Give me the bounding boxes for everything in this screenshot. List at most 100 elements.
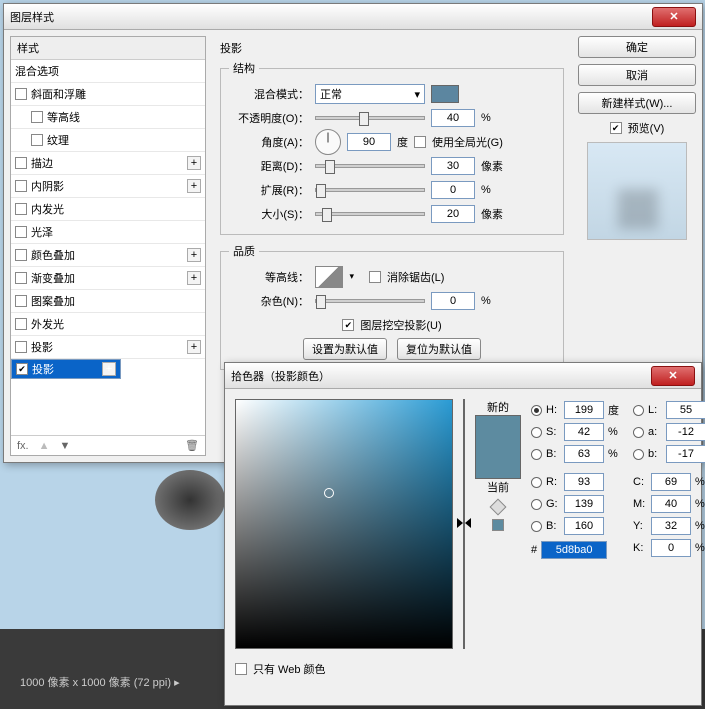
color-field[interactable] (235, 399, 453, 649)
opacity-input[interactable] (431, 109, 475, 127)
style-checkbox[interactable] (15, 341, 27, 353)
style-item[interactable]: ✔ 投影 + (11, 359, 121, 379)
style-checkbox[interactable] (15, 272, 27, 284)
hue-slider[interactable] (463, 399, 465, 649)
pct-unit: % (481, 112, 491, 124)
m-input[interactable] (651, 495, 691, 513)
h-radio[interactable] (531, 405, 542, 416)
cube-icon[interactable] (490, 499, 507, 516)
style-item-label: 外发光 (31, 316, 201, 332)
size-slider[interactable] (315, 212, 425, 216)
style-item[interactable]: 图案叠加 (11, 290, 205, 313)
style-item[interactable]: 斜面和浮雕 (11, 83, 205, 106)
pct-unit: % (695, 498, 705, 510)
l-radio[interactable] (633, 405, 644, 416)
style-checkbox[interactable] (15, 249, 27, 261)
style-checkbox[interactable] (31, 111, 43, 123)
close-icon[interactable]: ✕ (652, 7, 696, 27)
angle-dial[interactable] (315, 129, 341, 155)
style-checkbox[interactable] (31, 134, 43, 146)
use-global-light-checkbox[interactable] (414, 136, 426, 148)
small-swatch-icon[interactable] (492, 519, 504, 531)
style-item[interactable]: 等高线 (11, 106, 205, 129)
set-default-button[interactable]: 设置为默认值 (303, 338, 387, 360)
antialias-checkbox[interactable] (369, 271, 381, 283)
bb-input[interactable] (564, 517, 604, 535)
style-item[interactable]: 外发光 (11, 313, 205, 336)
g-input[interactable] (564, 495, 604, 513)
trash-icon[interactable]: 🗑 (185, 439, 199, 452)
bb-radio[interactable] (531, 521, 542, 532)
color-compare-swatch[interactable] (475, 415, 521, 479)
opacity-slider[interactable] (315, 116, 425, 120)
noise-slider[interactable] (315, 299, 425, 303)
bb-label: B: (546, 520, 560, 532)
style-checkbox[interactable] (15, 226, 27, 238)
hex-input[interactable] (541, 541, 607, 559)
new-style-button[interactable]: 新建样式(W)... (578, 92, 696, 114)
add-effect-icon[interactable]: + (102, 362, 116, 376)
s-input[interactable] (564, 423, 604, 441)
style-item[interactable]: 纹理 (11, 129, 205, 152)
style-checkbox[interactable] (15, 88, 27, 100)
style-item[interactable]: 颜色叠加+ (11, 244, 205, 267)
style-item-label: 投影 (32, 361, 98, 377)
style-item[interactable]: 描边+ (11, 152, 205, 175)
blend-mode-select[interactable]: 正常▾ (315, 84, 425, 104)
r-input[interactable] (564, 473, 604, 491)
y-input[interactable] (651, 517, 691, 535)
style-item[interactable]: 内发光 (11, 198, 205, 221)
style-item[interactable]: 投影+ (11, 336, 205, 359)
style-checkbox[interactable] (15, 203, 27, 215)
distance-input[interactable] (431, 157, 475, 175)
move-down-icon[interactable]: ▼ (60, 440, 71, 452)
style-checkbox[interactable] (15, 157, 27, 169)
blending-options-item[interactable]: 混合选项 (11, 60, 205, 83)
style-item[interactable]: 渐变叠加+ (11, 267, 205, 290)
b-input[interactable] (564, 445, 604, 463)
g-radio[interactable] (531, 499, 542, 510)
style-checkbox[interactable] (15, 180, 27, 192)
angle-input[interactable] (347, 133, 391, 151)
s-radio[interactable] (531, 427, 542, 438)
k-input[interactable] (651, 539, 691, 557)
spread-slider[interactable] (315, 188, 425, 192)
color-picker-titlebar[interactable]: 拾色器（投影颜色） ✕ (225, 363, 701, 389)
knockout-checkbox[interactable]: ✔ (342, 319, 354, 331)
web-only-checkbox[interactable] (235, 663, 247, 675)
style-checkbox[interactable] (15, 318, 27, 330)
spread-input[interactable] (431, 181, 475, 199)
style-checkbox[interactable]: ✔ (16, 363, 28, 375)
c-input[interactable] (651, 473, 691, 491)
h-input[interactable] (564, 401, 604, 419)
add-effect-icon[interactable]: + (187, 271, 201, 285)
ok-button[interactable]: 确定 (578, 36, 696, 58)
style-item[interactable]: 光泽 (11, 221, 205, 244)
size-input[interactable] (431, 205, 475, 223)
shadow-color-swatch[interactable] (431, 85, 459, 103)
lb-radio[interactable] (633, 449, 644, 460)
layer-style-titlebar[interactable]: 图层样式 ✕ (4, 4, 702, 30)
cancel-button[interactable]: 取消 (578, 64, 696, 86)
style-checkbox[interactable] (15, 295, 27, 307)
pct-unit: % (695, 476, 705, 488)
reset-default-button[interactable]: 复位为默认值 (397, 338, 481, 360)
add-effect-icon[interactable]: + (187, 340, 201, 354)
add-effect-icon[interactable]: + (187, 179, 201, 193)
a-radio[interactable] (633, 427, 644, 438)
close-icon[interactable]: ✕ (651, 366, 695, 386)
noise-input[interactable] (431, 292, 475, 310)
lb-input[interactable] (666, 445, 705, 463)
distance-slider[interactable] (315, 164, 425, 168)
b-radio[interactable] (531, 449, 542, 460)
r-radio[interactable] (531, 477, 542, 488)
add-effect-icon[interactable]: + (187, 248, 201, 262)
l-input[interactable] (666, 401, 705, 419)
add-effect-icon[interactable]: + (187, 156, 201, 170)
move-up-icon[interactable]: ▲ (39, 440, 50, 452)
style-item[interactable]: 内阴影+ (11, 175, 205, 198)
a-input[interactable] (666, 423, 705, 441)
preview-checkbox[interactable]: ✔ (610, 122, 622, 134)
contour-picker[interactable] (315, 266, 343, 288)
fx-icon[interactable]: fx. (17, 440, 29, 452)
